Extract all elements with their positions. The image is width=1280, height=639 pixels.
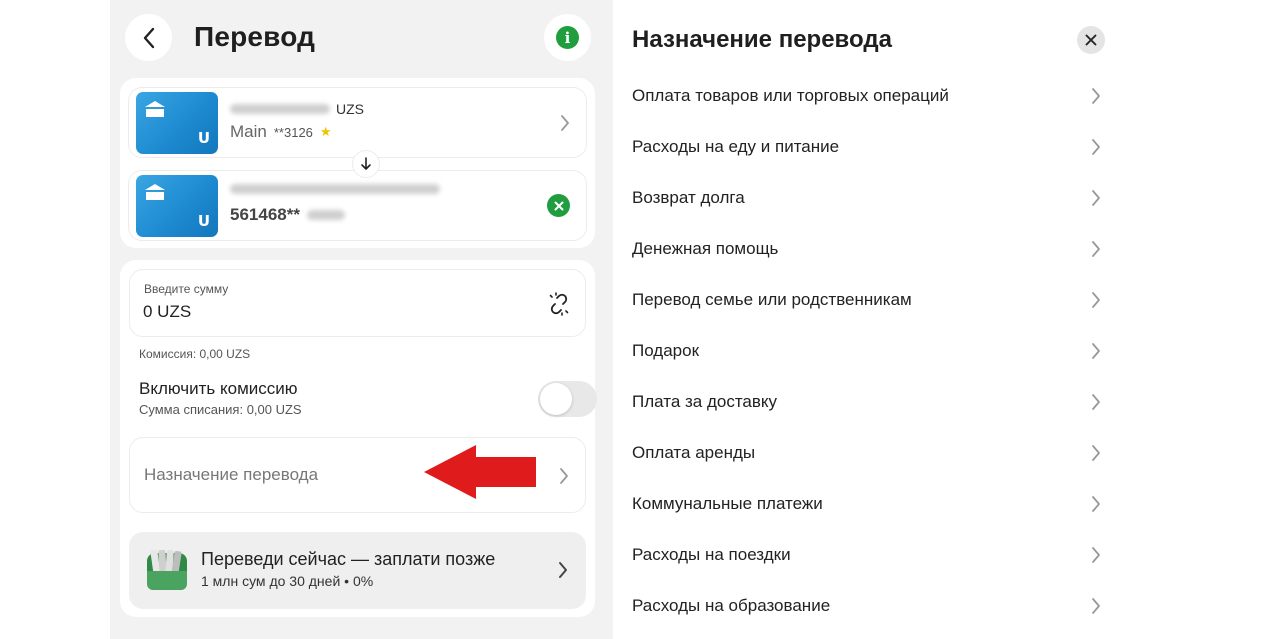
chevron-right-icon [1092,394,1100,410]
back-arrow-icon [143,27,154,48]
purpose-option-label: Коммунальные платежи [632,493,823,513]
chevron-right-icon [1092,445,1100,461]
purpose-option-label: Расходы на поездки [632,544,791,564]
close-button[interactable] [1077,26,1105,54]
chevron-right-icon [1092,496,1100,512]
info-icon: i [556,26,579,49]
purpose-list: Оплата товаров или торговых операций Расх… [613,70,1280,631]
commission-text: Комиссия: 0,00 UZS [139,347,251,361]
purpose-option[interactable]: Подарок [613,325,1280,376]
bank-logo-icon [145,101,165,117]
purpose-option-label: Оплата аренды [632,442,756,462]
card-name: Main [230,122,267,141]
purpose-option[interactable]: Перевод семье или родственникам [613,274,1280,325]
hidden-balance [230,104,330,114]
swap-cards-button[interactable] [352,150,380,178]
purpose-option-label: Плата за доставку [632,391,778,411]
purpose-option-label: Денежная помощь [632,238,779,258]
purpose-option-label: Подарок [632,340,700,360]
star-icon: ★ [319,124,332,139]
toggle-knob [540,383,572,415]
chevron-right-icon [559,562,567,578]
purpose-option[interactable]: Коммунальные платежи [613,478,1280,529]
wallet-icon [147,549,187,590]
purpose-option[interactable]: Оплата аренды [613,427,1280,478]
hidden-card-digits [306,210,345,220]
cards-panel: U UZS Main **3126 ★ U 561468** [120,78,595,248]
info-button[interactable]: i [544,14,591,61]
chevron-right-icon [561,115,569,131]
close-icon [1085,34,1097,46]
swap-arrow-icon [361,157,371,170]
amount-input[interactable] [143,302,523,322]
recipient-card[interactable]: U 561468** [128,170,587,241]
chevron-right-icon [560,468,568,484]
chevron-right-icon [1092,139,1100,155]
source-card-balance: UZS [230,101,364,117]
recipient-name [230,184,440,194]
purpose-option[interactable]: Денежная помощь [613,223,1280,274]
source-card-info: Main **3126 ★ [230,122,332,142]
chevron-right-icon [1092,598,1100,614]
purpose-option-label: Расходы на еду и питание [632,136,840,156]
link-icon[interactable] [547,292,571,316]
transfer-purpose-placeholder: Назначение перевода [144,465,319,484]
card-image: U [136,175,218,237]
purpose-option[interactable]: Возврат долга [613,172,1280,223]
form-panel: Введите сумму Комиссия: 0,00 UZS Включит… [120,260,597,617]
include-commission-toggle[interactable] [538,381,597,417]
transfer-screen: Перевод i U UZS Main **3126 ★ U 561468**… [110,0,613,639]
bnpl-promo-banner[interactable]: Переведи сейчас — заплати позже 1 млн су… [129,532,586,609]
card-brand-mark: U [197,212,210,230]
clear-recipient-button[interactable] [547,194,570,217]
card-image: U [136,92,218,154]
card-brand-mark: U [197,129,210,147]
purpose-option-label: Расходы на образование [632,595,831,615]
purpose-option-label: Возврат долга [632,187,745,207]
promo-title: Переведи сейчас — заплати позже [201,549,496,569]
debit-amount-text: Сумма списания: 0,00 UZS [139,402,302,417]
purpose-option[interactable]: Расходы на поездки [613,529,1280,580]
chevron-right-icon [1092,547,1100,563]
source-card-selector[interactable]: U UZS Main **3126 ★ [128,87,587,158]
purpose-option[interactable]: Расходы на еду и питание [613,121,1280,172]
purpose-option[interactable]: Расходы на образование [613,580,1280,631]
purpose-option-label: Оплата товаров или торговых операций [632,85,949,105]
page-title: Перевод [194,21,316,52]
chevron-right-icon [1092,88,1100,104]
purpose-option[interactable]: Плата за доставку [613,376,1280,427]
amount-label: Введите сумму [144,282,229,296]
amount-field[interactable]: Введите сумму [129,269,586,337]
annotation-arrow [424,445,536,499]
chevron-right-icon [1092,241,1100,257]
chevron-right-icon [1092,343,1100,359]
bank-logo-icon [145,184,165,200]
card-number-prefix: 561468** [230,205,300,224]
chevron-right-icon [1092,292,1100,308]
back-button[interactable] [125,14,172,61]
hidden-recipient-name [230,184,440,194]
clear-icon [554,201,563,210]
chevron-right-icon [1092,190,1100,206]
purpose-option[interactable]: Оплата товаров или торговых операций [613,70,1280,121]
card-mask: **3126 [273,124,313,140]
purpose-option-label: Перевод семье или родственникам [632,289,912,309]
sheet-title: Назначение перевода [632,26,892,53]
promo-subtitle: 1 млн сум до 30 дней • 0% [201,573,374,589]
currency-label: UZS [336,101,364,117]
recipient-card-number: 561468** [230,205,345,225]
purpose-sheet: Назначение перевода Оплата товаров или т… [613,0,1280,639]
include-commission-label: Включить комиссию [139,379,298,398]
